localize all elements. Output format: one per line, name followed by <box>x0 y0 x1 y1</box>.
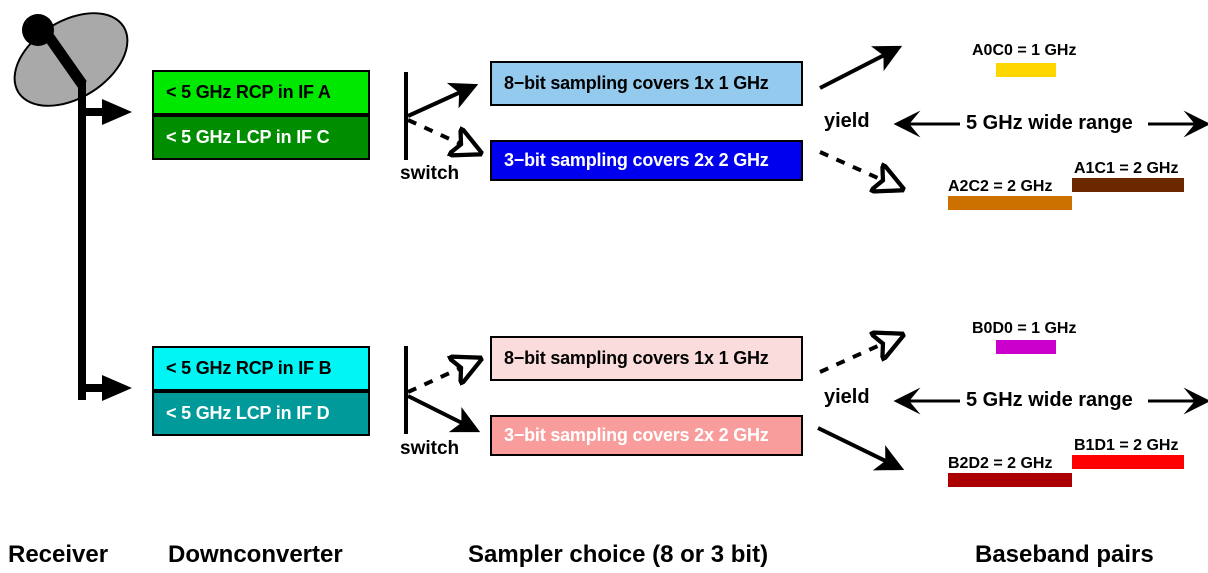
receiver-branch-top-arrowhead <box>102 99 132 125</box>
yield-label-bottom: yield <box>824 386 870 408</box>
downconverter-box-if-b[interactable]: < 5 GHz RCP in IF B <box>152 346 370 391</box>
downconverter-label-if-d: < 5 GHz LCP in IF D <box>166 403 330 423</box>
baseband-label-b1d1: B1D1 = 2 GHz <box>1074 437 1179 454</box>
yield-arrow-top-dashed <box>819 150 900 188</box>
downconverter-box-if-a[interactable]: < 5 GHz RCP in IF A <box>152 70 370 115</box>
switch-arrow-top-solid <box>407 82 479 118</box>
receiver-trunk-line <box>78 80 86 400</box>
baseband-label-a1c1: A1C1 = 2 GHz <box>1074 160 1179 177</box>
switch-stem-top[interactable] <box>404 72 408 160</box>
baseband-label-b2d2: B2D2 = 2 GHz <box>948 455 1053 472</box>
baseband-label-a2c2: A2C2 = 2 GHz <box>948 178 1053 195</box>
receiver-branch-top <box>78 108 104 116</box>
downconverter-label-if-a: < 5 GHz RCP in IF A <box>166 82 331 102</box>
baseband-label-b0d0: B0D0 = 1 GHz <box>972 320 1077 337</box>
footer-label-receiver: Receiver <box>8 541 109 568</box>
switch-stem-bottom[interactable] <box>404 346 408 434</box>
downconverter-box-if-d[interactable]: < 5 GHz LCP in IF D <box>152 391 370 436</box>
switch-label-bottom: switch <box>400 438 460 459</box>
yield-arrow-bottom-solid <box>817 426 905 471</box>
baseband-bar-a1c1 <box>1072 178 1184 192</box>
baseband-bar-b2d2 <box>948 473 1072 487</box>
baseband-bar-a0c0 <box>996 63 1056 77</box>
switch-arrow-top-dashed <box>407 118 478 152</box>
downconverter-label-if-c: < 5 GHz LCP in IF C <box>166 127 330 147</box>
receiver-branch-bottom-arrowhead <box>102 375 132 401</box>
switch-arrow-bottom-solid <box>407 394 481 433</box>
sampler-label-8bit-bottom: 8−bit sampling covers 1x 1 GHz <box>504 348 769 368</box>
baseband-bar-a2c2 <box>948 196 1072 210</box>
receiver-branch-bottom <box>78 384 104 392</box>
sampler-box-8bit-bottom[interactable]: 8−bit sampling covers 1x 1 GHz <box>490 336 803 381</box>
downconverter-box-if-c[interactable]: < 5 GHz LCP in IF C <box>152 115 370 160</box>
yield-arrow-bottom-dashed <box>819 336 900 374</box>
baseband-bar-b0d0 <box>996 340 1056 354</box>
sampler-label-3bit-bottom: 3−bit sampling covers 2x 2 GHz <box>504 425 769 445</box>
sampler-box-8bit-top[interactable]: 8−bit sampling covers 1x 1 GHz <box>490 61 803 106</box>
range-label-top: 5 GHz wide range <box>966 112 1133 134</box>
baseband-label-a0c0: A0C0 = 1 GHz <box>972 42 1077 59</box>
switch-arrow-bottom-dashed <box>407 360 478 394</box>
footer-label-sampler: Sampler choice (8 or 3 bit) <box>468 541 769 568</box>
downconverter-label-if-b: < 5 GHz RCP in IF B <box>166 358 332 378</box>
yield-label-top: yield <box>824 110 870 132</box>
sampler-box-3bit-bottom[interactable]: 3−bit sampling covers 2x 2 GHz <box>490 415 803 456</box>
sampler-label-3bit-top: 3−bit sampling covers 2x 2 GHz <box>504 150 769 170</box>
footer-label-downconverter: Downconverter <box>168 541 343 568</box>
yield-arrow-top-solid <box>819 45 903 90</box>
footer-label-baseband: Baseband pairs <box>975 541 1154 568</box>
sampler-label-8bit-top: 8−bit sampling covers 1x 1 GHz <box>504 73 769 93</box>
sampler-box-3bit-top[interactable]: 3−bit sampling covers 2x 2 GHz <box>490 140 803 181</box>
dish-feed-horn <box>22 14 54 46</box>
switch-label-top: switch <box>400 163 460 184</box>
diagram-canvas: < 5 GHz RCP in IF A < 5 GHz LCP in IF C … <box>0 0 1208 573</box>
baseband-bar-b1d1 <box>1072 455 1184 469</box>
range-label-bottom: 5 GHz wide range <box>966 389 1133 411</box>
